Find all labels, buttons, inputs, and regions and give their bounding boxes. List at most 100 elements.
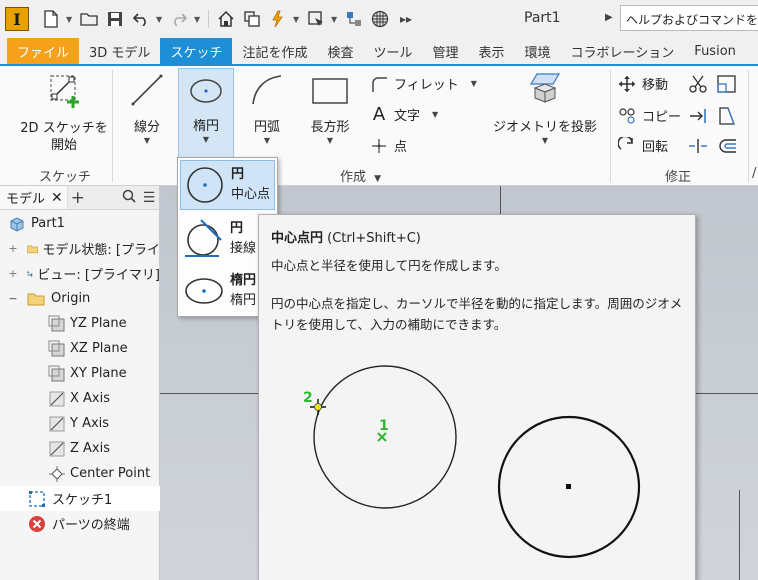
tab-collaborate[interactable]: コラボレーション [561,38,685,64]
appearance-icon[interactable] [343,8,365,30]
collapse-minus-icon[interactable]: − [7,292,19,305]
chevron-down-icon[interactable]: ▼ [242,136,292,146]
chevron-down-icon[interactable]: ▼ [302,136,358,146]
trim-button[interactable] [688,74,708,94]
rotate-button[interactable]: 回転 [618,136,668,155]
point-button[interactable]: 点 [370,136,407,155]
line-icon [131,74,163,106]
ellipse-icon [185,278,223,304]
tab-inspect[interactable]: 検査 [317,38,363,64]
illustration-circle-left [313,365,457,509]
material-sphere-icon[interactable] [369,8,391,30]
tree-item-model-state[interactable]: + モデル状態: [プライ [0,236,160,261]
new-file-icon[interactable] [40,8,62,30]
home-icon[interactable] [215,8,237,30]
tab-tools[interactable]: ツール [363,38,422,64]
chevron-down-icon[interactable]: ▼ [156,15,164,24]
move-label: 移動 [642,78,669,93]
arc-button[interactable]: 円弧 ▼ [242,70,292,146]
canvas-axis-line [739,490,740,580]
chevron-down-icon[interactable]: ▼ [194,15,202,24]
tree-item-end-of-part[interactable]: パーツの終端 [0,511,160,536]
text-button[interactable]: A 文字 ▼ [370,104,438,125]
scale-button[interactable] [716,74,738,94]
chevron-down-icon[interactable]: ▼ [66,15,74,24]
tab-view[interactable]: 表示 [469,38,515,64]
browser-tab-model[interactable]: モデル ✕ [0,186,68,209]
arc-icon [252,75,282,105]
tab-sketch[interactable]: スケッチ [160,38,233,64]
tree-item-origin[interactable]: − Origin [0,286,160,311]
tab-3d-model[interactable]: 3D モデル [79,38,160,64]
tab-manage[interactable]: 管理 [423,38,469,64]
plane-icon [48,315,65,331]
axis-icon [49,391,65,406]
help-search-input[interactable]: ヘルプおよびコマンドを検 [620,5,758,31]
stretch-button[interactable] [716,106,738,126]
rectangle-button[interactable]: 長方形 ▼ [302,70,358,146]
fillet-button[interactable]: フィレット ▼ [370,74,477,93]
offset-button[interactable] [716,136,738,156]
expand-plus-icon[interactable]: + [7,267,19,280]
line-button[interactable]: 線分 ▼ [122,70,172,146]
project-geometry-button[interactable]: ジオメトリを投影 ▼ [490,70,600,146]
move-button[interactable]: 移動 [618,74,668,93]
tree-item-xz-plane[interactable]: XZ Plane [0,336,160,361]
panel-label-next-partial: / [752,166,757,181]
tab-environments[interactable]: 環境 [515,38,561,64]
scale-icon [717,75,736,93]
folder-icon [27,293,45,305]
rectangle-icon [312,78,348,104]
menu-item-title: 楕円 [230,273,257,288]
command-tooltip: 中心点円 (Ctrl+Shift+C) 中心点と半径を使用して円を作成します。 … [258,214,696,580]
expand-plus-icon[interactable]: + [7,242,19,255]
tab-annotate[interactable]: 注記を作成 [232,38,317,64]
select-icon[interactable] [305,8,327,30]
menu-item-center-point-circle[interactable]: 円 中心点 [180,160,275,210]
expand-more-icon[interactable]: ▸▸ [395,8,417,30]
start-sketch-icon [50,75,79,108]
start-2d-sketch-button[interactable]: 2D スケッチを 開始 [16,72,112,154]
help-arrow-icon[interactable]: ▶ [605,12,613,23]
part-icon [10,216,24,232]
save-icon[interactable] [104,8,126,30]
chevron-down-icon[interactable]: ▼ [471,79,477,88]
tree-item-z-axis[interactable]: Z Axis [0,436,160,461]
center-point-icon [49,465,65,482]
tree-item-part1[interactable]: Part1 [0,211,160,236]
chevron-down-icon[interactable]: ▼ [432,110,438,119]
projects-icon[interactable] [241,8,263,30]
add-icon[interactable]: + [68,188,88,208]
chevron-down-icon[interactable]: ▼ [374,174,381,184]
chevron-down-icon[interactable]: ▼ [490,136,600,146]
tree-item-yz-plane[interactable]: YZ Plane [0,311,160,336]
tree-item-center-point[interactable]: Center Point [0,461,160,486]
search-icon[interactable] [119,189,139,207]
chevron-down-icon[interactable]: ▼ [122,136,172,146]
ellipse-icon [190,79,222,103]
chevron-down-icon[interactable]: ▼ [293,15,301,24]
menu-icon[interactable]: ☰ [139,190,159,206]
copy-button[interactable]: コピー [618,106,681,125]
chevron-down-icon[interactable]: ▼ [331,15,339,24]
tree-item-view[interactable]: + ビュー: [プライマリ] [0,261,160,286]
tab-file[interactable]: ファイル [7,38,80,64]
tree-item-sketch1[interactable]: スケッチ1 [0,486,160,511]
tree-item-y-axis[interactable]: Y Axis [0,411,160,436]
redo-icon[interactable] [168,8,190,30]
undo-icon[interactable] [130,8,152,30]
close-icon[interactable]: ✕ [51,190,63,206]
tab-fusion[interactable]: Fusion [684,38,746,64]
end-of-part-icon [29,515,45,532]
tree-item-x-axis[interactable]: X Axis [0,386,160,411]
fillet-label: フィレット [394,78,459,93]
panel-label-sketch: スケッチ [39,170,92,185]
app-logo[interactable]: I [5,7,29,31]
tree-item-xy-plane[interactable]: XY Plane [0,361,160,386]
split-button[interactable] [688,136,708,156]
update-lightning-icon[interactable] [267,8,289,30]
chevron-down-icon[interactable]: ▼ [179,135,233,145]
ellipse-button[interactable]: 楕円 ▼ [178,68,234,160]
extend-button[interactable] [688,106,708,126]
open-folder-icon[interactable] [78,8,100,30]
